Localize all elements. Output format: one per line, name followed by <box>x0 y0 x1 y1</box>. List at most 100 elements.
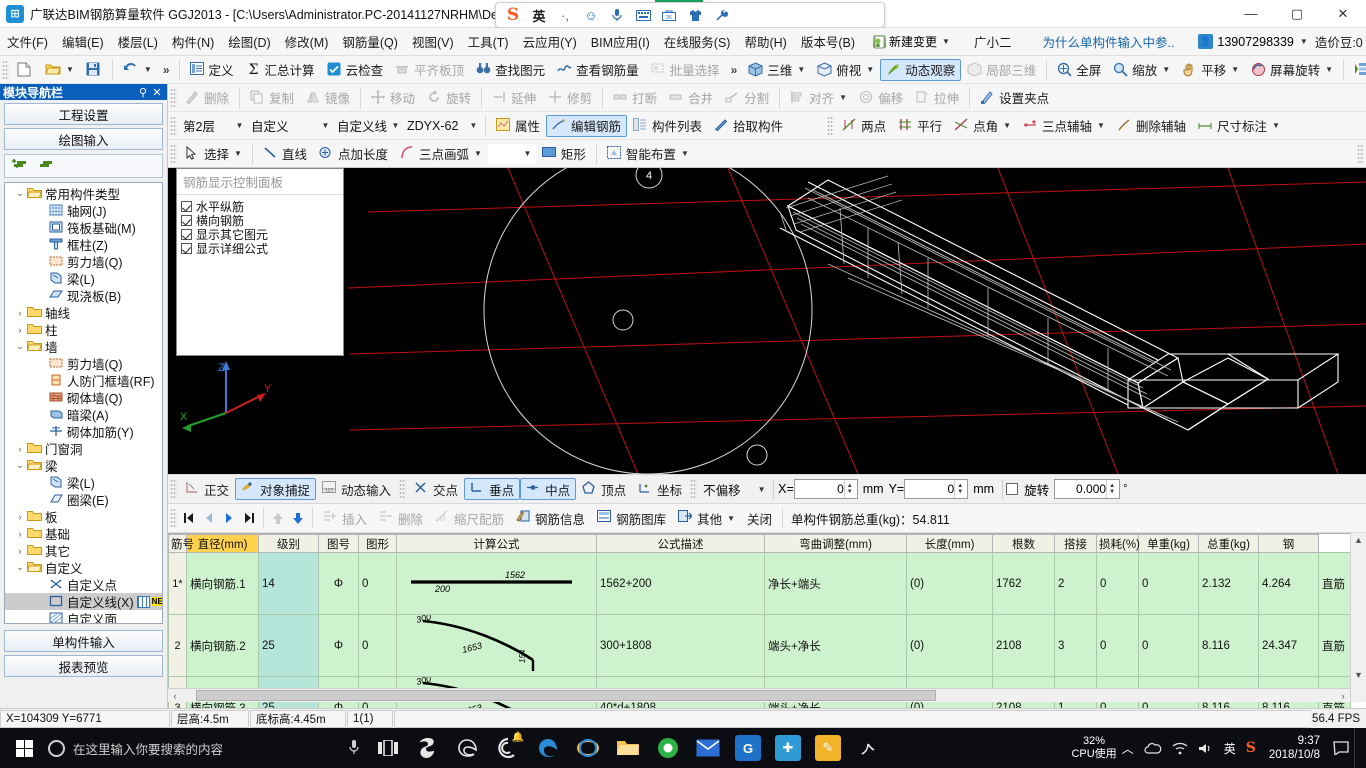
floor-combo[interactable]: 第2层 ▼ <box>179 116 247 136</box>
select-floor-button[interactable]: 选择楼层 <box>1348 59 1366 81</box>
cell-count[interactable]: 3 <box>1054 614 1097 677</box>
rotate-checkbox[interactable] <box>1006 483 1019 495</box>
first-record-icon[interactable] <box>179 508 199 528</box>
menu-draw[interactable]: 绘图(D) <box>221 29 277 54</box>
taskbar-app-cortana-ring[interactable]: 🔔 <box>488 728 528 768</box>
project-settings-button[interactable]: 工程设置 <box>4 103 163 125</box>
action-center-icon[interactable] <box>1328 728 1354 768</box>
rotate-spinner[interactable]: ▲ ▼ <box>1106 480 1117 498</box>
find-element-button[interactable]: 查找图元 <box>470 59 551 81</box>
three-point-arc-button[interactable]: 三点画弧 ▼ <box>394 143 488 165</box>
start-button[interactable] <box>0 728 48 768</box>
delete-row-button[interactable]: 删除 <box>373 507 429 529</box>
arc-caret-icon[interactable]: ▼ <box>474 149 482 158</box>
table-column-header[interactable]: 计算公式 <box>396 534 597 553</box>
cpu-usage-indicator[interactable]: 32% CPU使用 <box>1071 735 1116 761</box>
menu-cloud[interactable]: 云应用(Y) <box>516 29 584 54</box>
table-row[interactable]: 2 横向钢筋.2 25 Φ 0 300 1653 154 300+1808 端头+净长 (0) 210… <box>168 614 1351 677</box>
tree-node[interactable]: ⌄ 墙 <box>5 338 162 355</box>
tree-node[interactable]: 自定义线(X)NEW <box>5 593 162 610</box>
member-list-button[interactable]: 构件列表 <box>627 115 708 137</box>
show-detailed-formula-checkbox[interactable] <box>181 242 192 254</box>
close-table-button[interactable]: 关闭 <box>741 507 778 529</box>
cell-shape[interactable]: 200 1562 <box>396 552 597 615</box>
menu-view[interactable]: 视图(V) <box>405 29 461 54</box>
dimension-button[interactable]: 尺寸标注 ▼ <box>1192 115 1286 137</box>
screen-rotate-caret-icon[interactable]: ▼ <box>1325 65 1333 74</box>
tree-node[interactable]: ⌄ 梁 <box>5 457 162 474</box>
view-3d-button[interactable]: 三维 ▼ <box>742 59 811 81</box>
ime-keyboard-icon[interactable] <box>632 5 654 25</box>
move-up-icon[interactable] <box>268 508 288 528</box>
move-button[interactable]: 移动 <box>365 87 421 109</box>
tray-expand-icon[interactable]: ︿ <box>1117 728 1139 768</box>
tree-expander-open-icon[interactable]: ⌄ <box>13 460 27 471</box>
delete-button[interactable]: 删除 <box>179 87 235 109</box>
cell-rebar-type[interactable]: 直筋 <box>1318 552 1351 615</box>
tree-expander-open-icon[interactable]: ⌄ <box>13 341 27 352</box>
cell-bend-adjust[interactable]: (0) <box>906 552 993 615</box>
transverse-rebar-checkbox[interactable] <box>181 214 192 226</box>
perpendicular-snap-button[interactable]: 垂点 <box>464 478 521 500</box>
tree-node[interactable]: › 基础 <box>5 525 162 542</box>
rebar-toolbar-grip[interactable] <box>170 508 177 528</box>
cell-total-weight[interactable]: 4.264 <box>1258 552 1319 615</box>
dynamic-observe-button[interactable]: 动态观察 <box>880 58 962 81</box>
view-3d-caret-icon[interactable]: ▼ <box>797 65 805 74</box>
cell-length[interactable]: 2108 <box>992 614 1055 677</box>
menu-edit[interactable]: 编辑(E) <box>55 29 111 54</box>
member-combo[interactable]: ZDYX-62 ▼ <box>403 116 481 136</box>
screen-rotate-button[interactable]: 屏幕旋转 ▼ <box>1245 59 1339 81</box>
table-column-header[interactable]: 搭接 <box>1054 534 1097 553</box>
cell-rebar-name[interactable]: 横向钢筋.2 <box>186 614 259 677</box>
arc-option-caret-icon[interactable]: ▼ <box>520 145 535 163</box>
scale-rebar-button[interactable]: 缩尺配筋 <box>429 507 510 529</box>
tree-node[interactable]: 现浇板(B) <box>5 287 162 304</box>
component-tree[interactable]: ⌄ 常用构件类型 轴网(J) 筏板基础(M) 框柱(Z) 剪力墙(Q) 梁(L) 现浇板(B)… <box>4 182 163 624</box>
toolbar1-overflow-left[interactable]: » <box>158 63 175 77</box>
table-column-header[interactable]: 公式描述 <box>596 534 765 553</box>
y-spinner[interactable]: ▲ ▼ <box>954 480 965 498</box>
table-column-header[interactable]: 根数 <box>992 534 1055 553</box>
tree-node[interactable]: 暗梁(A) <box>5 406 162 423</box>
taskbar-clock[interactable]: 9:37 2018/10/8 <box>1261 734 1328 762</box>
cell-loss[interactable]: 0 <box>1138 552 1199 615</box>
fullscreen-button[interactable]: 全屏 <box>1051 59 1107 81</box>
object-snap-button[interactable]: 对象捕捉 <box>235 478 317 500</box>
tree-node[interactable]: 轴网(J) <box>5 202 162 219</box>
ime-mode-icon[interactable]: 英 <box>528 5 550 25</box>
set-grip-button[interactable]: 设置夹点 <box>974 87 1055 109</box>
menu-file[interactable]: 文件(F) <box>0 29 55 54</box>
taskbar-app-stardock[interactable] <box>408 728 448 768</box>
trim-button[interactable]: 修剪 <box>542 87 598 109</box>
arc-option-combo[interactable]: ▼ <box>487 143 536 164</box>
show-desktop-button[interactable] <box>1354 728 1362 768</box>
panel-pin-icon[interactable]: ⚲ <box>136 86 150 99</box>
undo-button[interactable]: ▼ <box>117 59 158 81</box>
taskbar-app-g[interactable]: G <box>728 728 768 768</box>
category-combo[interactable]: 自定义 ▼ <box>247 116 333 136</box>
prev-record-icon[interactable] <box>199 508 219 528</box>
summary-calc-button[interactable]: Σ 汇总计算 <box>240 59 321 81</box>
cell-diameter[interactable]: 25 <box>258 614 319 677</box>
cell-total-weight[interactable]: 24.347 <box>1258 614 1319 677</box>
open-caret-icon[interactable]: ▼ <box>66 65 74 74</box>
smart-layout-caret-icon[interactable]: ▼ <box>681 149 689 158</box>
ime-punctuation-icon[interactable]: ·, <box>554 5 576 25</box>
snap-grip[interactable] <box>170 479 177 499</box>
delete-aux-axis-button[interactable]: 删除辅轴 <box>1111 115 1192 137</box>
collapse-all-icon[interactable] <box>37 158 55 175</box>
merge-button[interactable]: 合并 <box>663 87 719 109</box>
tree-node[interactable]: ⌄ 常用构件类型 <box>5 185 162 202</box>
taskbar-app-chrome-like[interactable] <box>648 728 688 768</box>
hscroll-thumb[interactable] <box>196 690 936 701</box>
ime-skin-icon[interactable] <box>684 5 706 25</box>
scroll-left-icon[interactable]: ‹ <box>168 691 182 701</box>
batch-select-button[interactable]: 批量选择 <box>645 59 726 81</box>
open-file-button[interactable]: ▼ <box>39 59 80 81</box>
taskbar-app-explorer[interactable] <box>608 728 648 768</box>
menu-tools[interactable]: 工具(T) <box>461 29 516 54</box>
toolbar1-overflow-mid[interactable]: » <box>726 63 743 77</box>
cell-formula[interactable]: 300+1808 <box>596 614 765 677</box>
tree-node[interactable]: › 板 <box>5 508 162 525</box>
